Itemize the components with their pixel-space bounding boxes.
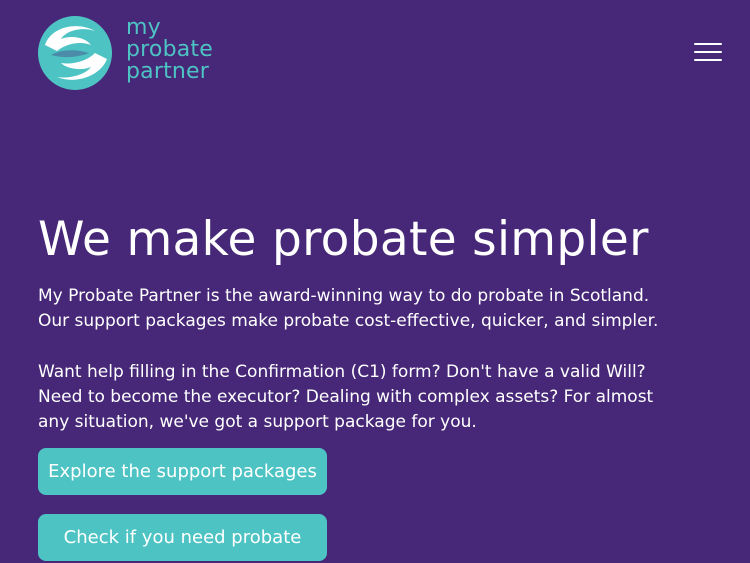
situation-line-3: any situation, we've got a support packa…: [38, 412, 477, 432]
menu-bar-bottom: [694, 59, 722, 61]
logo-wordmark: my probate partner: [126, 17, 213, 83]
hamburger-menu-icon[interactable]: [692, 40, 724, 64]
check-probate-button[interactable]: Check if you need probate: [38, 514, 327, 561]
logo-hands-icon: [38, 16, 112, 90]
logo-line-partner: partner: [126, 59, 210, 84]
intro-line-2: Our support packages make probate cost-e…: [38, 311, 659, 331]
logo-line-my: my: [126, 15, 161, 40]
site-header: my probate partner: [0, 0, 750, 110]
intro-line-1: My Probate Partner is the award-winning …: [38, 286, 650, 306]
situation-line-2: Need to become the executor? Dealing wit…: [38, 387, 654, 407]
intro-paragraph: My Probate Partner is the award-winning …: [38, 284, 698, 334]
situation-line-1: Want help filling in the Confirmation (C…: [38, 362, 646, 382]
hero-section: We make probate simpler My Probate Partn…: [38, 210, 698, 435]
menu-bar-middle: [694, 51, 722, 53]
menu-bar-top: [694, 43, 722, 45]
site-logo[interactable]: my probate partner: [37, 15, 213, 91]
page-title: We make probate simpler: [38, 212, 649, 267]
situation-paragraph: Want help filling in the Confirmation (C…: [38, 360, 698, 435]
logo-line-probate: probate: [126, 37, 213, 62]
explore-packages-button[interactable]: Explore the support packages: [38, 448, 327, 495]
